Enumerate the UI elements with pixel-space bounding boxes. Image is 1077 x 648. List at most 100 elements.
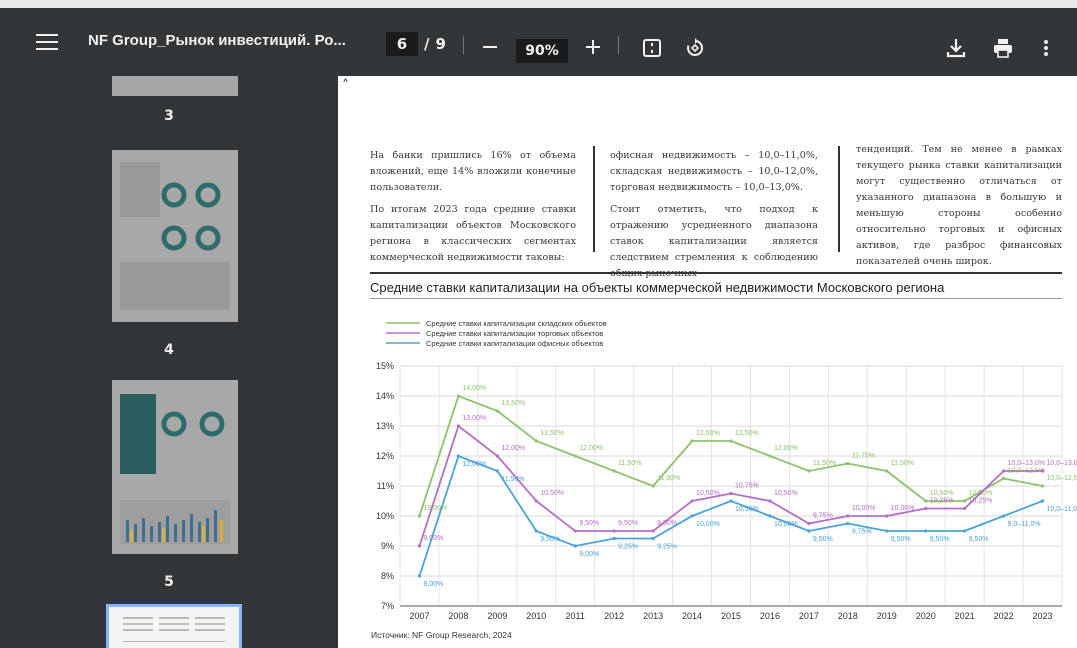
page-thumbnail[interactable] (112, 76, 238, 96)
pdf-page: ˄ На банки пришлись 16% от объема вложен… (338, 76, 1077, 648)
data-label: 12,50% (696, 430, 720, 437)
data-label: 10,75% (735, 483, 759, 490)
data-point (729, 499, 733, 503)
more-icon[interactable] (1042, 37, 1050, 64)
x-tick-label: 2017 (799, 611, 819, 621)
data-label: 10,50% (930, 490, 954, 497)
data-point (885, 514, 889, 518)
page-thumbnail-selected[interactable] (106, 604, 242, 648)
data-point (807, 529, 811, 533)
y-tick-label: 15% (376, 361, 394, 371)
data-label: 10,00% (852, 505, 876, 512)
data-point (729, 439, 733, 443)
page-number-input[interactable]: 6 (386, 32, 418, 56)
data-label: 9,50% (540, 536, 560, 543)
x-tick-label: 2015 (721, 611, 741, 621)
page-thumbnail[interactable] (112, 150, 238, 322)
data-label: 8,00% (423, 581, 443, 588)
data-label: 9,50% (969, 536, 989, 543)
data-point (924, 506, 928, 511)
data-label: 9,50% (813, 536, 833, 543)
data-point (651, 484, 655, 488)
data-label: 11,50% (813, 460, 836, 467)
data-label: 14,00% (462, 385, 486, 392)
data-label: 10,50% (774, 490, 798, 497)
y-tick-label: 14% (376, 391, 394, 401)
legend-label: Средние ставки капитализации складских о… (426, 319, 607, 328)
x-tick-label: 2011 (566, 611, 585, 621)
y-tick-label: 10% (376, 511, 394, 521)
data-point (963, 506, 967, 511)
zoom-in-icon[interactable] (584, 38, 602, 61)
data-point (1040, 484, 1045, 488)
y-tick-label: 8% (381, 571, 394, 581)
download-icon[interactable] (945, 37, 967, 64)
data-point (846, 521, 850, 526)
data-point (1040, 469, 1045, 473)
data-label: 9,00% (579, 551, 599, 558)
data-point (924, 499, 928, 503)
data-point (768, 499, 772, 503)
legend-label: Средние ставки капитализации торговых об… (426, 329, 603, 338)
data-label: 9,50% (579, 520, 599, 527)
zoom-level-input[interactable]: 90% (516, 39, 568, 63)
data-label: 13,50% (501, 400, 525, 407)
data-label: 11,50% (501, 476, 524, 483)
data-label: 10,25% (969, 498, 993, 505)
data-point (846, 514, 850, 518)
data-point (885, 529, 889, 533)
data-label: 13,00% (462, 415, 486, 422)
print-icon[interactable] (992, 37, 1014, 64)
thumbnail-sidebar: 3 4 5 (0, 76, 338, 648)
fit-page-icon[interactable] (642, 38, 662, 63)
data-point (807, 469, 811, 473)
x-tick-label: 2022 (994, 611, 1014, 621)
data-point (534, 529, 538, 533)
x-tick-label: 2023 (1033, 611, 1053, 621)
data-point (1001, 476, 1006, 481)
data-label: 10,50% (735, 506, 759, 513)
page-thumbnail[interactable] (112, 380, 238, 554)
document-title: NF Group_Рынок инвестиций. Ро... (88, 32, 346, 49)
data-point (534, 439, 538, 443)
line-chart: 7% 8% 9% 10% 11% 12% 13% 14% 15% 2007 2008 2009 2010… (376, 319, 1077, 621)
data-point (807, 521, 811, 526)
data-point (573, 529, 577, 533)
data-label: 9,00% (423, 535, 443, 542)
y-tick-label: 13% (376, 421, 394, 431)
rotate-icon[interactable] (684, 37, 706, 64)
page-thumbnail-label: 4 (164, 342, 174, 358)
x-tick-label: 2009 (487, 611, 507, 621)
data-point (495, 469, 499, 473)
y-tick-label: 9% (381, 541, 394, 551)
data-point (573, 454, 577, 458)
page-indicator: 6 / 9 (386, 32, 446, 56)
data-point (573, 544, 577, 548)
data-label: 11,50% (891, 460, 914, 467)
data-point (1001, 469, 1006, 473)
data-label: 11,00% (657, 475, 680, 482)
data-point (690, 514, 694, 518)
y-tick-label: 12% (376, 451, 394, 461)
pdf-toolbar: NF Group_Рынок инвестиций. Ро... 6 / 9 9… (0, 0, 1077, 76)
data-label: 9,25% (618, 544, 638, 551)
data-point (456, 454, 461, 458)
x-tick-label: 2010 (526, 611, 546, 621)
data-label: 10,50% (696, 490, 720, 497)
page-thumbnail-label: 5 (164, 574, 174, 590)
data-point (495, 409, 499, 413)
data-label: 10,00% (774, 521, 798, 528)
x-tick-label: 2020 (916, 611, 936, 621)
data-point (1040, 499, 1045, 503)
y-tick-label: 11% (377, 481, 394, 491)
x-tick-label: 2008 (448, 611, 468, 621)
menu-icon[interactable] (36, 34, 58, 52)
zoom-out-icon[interactable] (481, 38, 499, 61)
data-point (1001, 514, 1006, 518)
data-point (846, 461, 850, 466)
data-label: 9,50% (930, 536, 950, 543)
data-label: 10,00% (423, 505, 447, 512)
x-tick-label: 2018 (838, 611, 858, 621)
data-label: 10,0–11,0% (1047, 506, 1077, 513)
data-point (963, 529, 967, 533)
